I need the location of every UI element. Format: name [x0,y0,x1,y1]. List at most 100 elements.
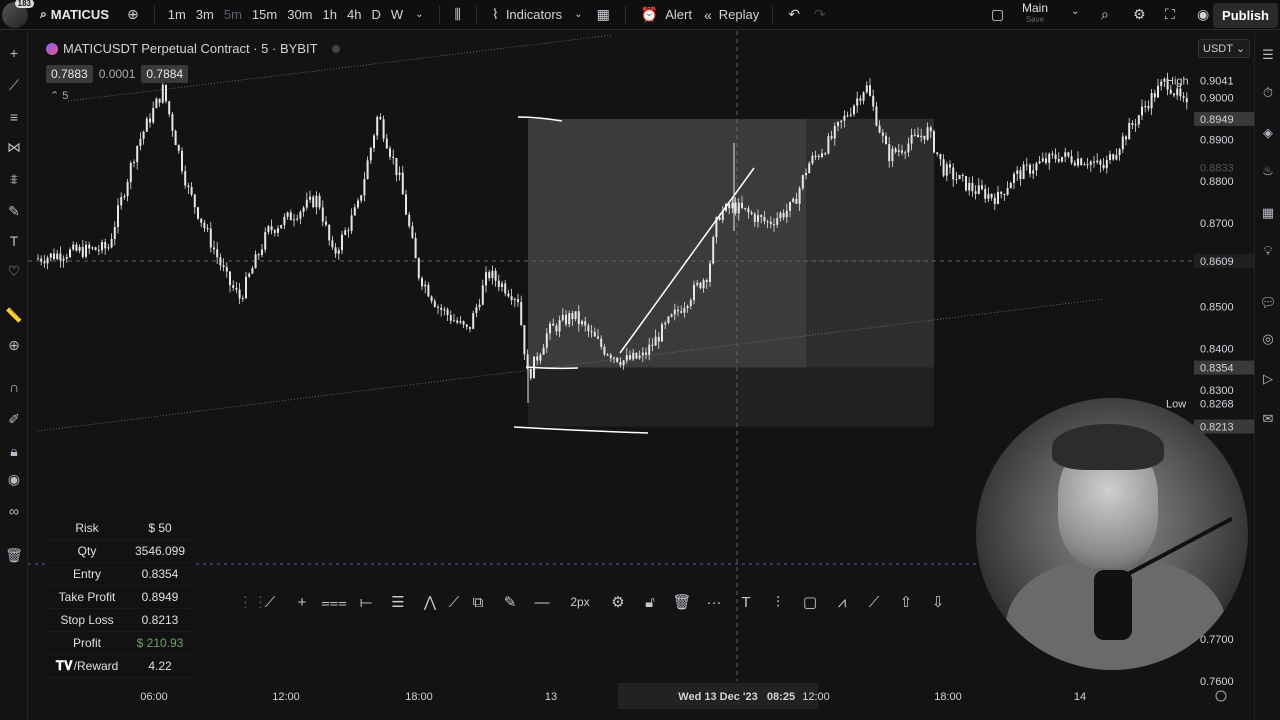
fullscreen-icon[interactable]: ⛶ [1165,6,1175,23]
fib-tool-icon[interactable]: ⩶ [318,594,350,611]
notifications-icon[interactable]: ✉ [1259,410,1277,428]
candle-body [1029,164,1031,174]
replay-play-icon[interactable]: ▷ [1259,370,1277,388]
line-style-icon[interactable]: — [526,594,558,611]
settings-icon[interactable] [1215,690,1227,702]
prediction-icon[interactable]: ⩨ [5,170,23,188]
line-width-select[interactable]: 2px [558,595,602,609]
candle-body [315,195,318,208]
hotlist-flame-icon[interactable]: ♨ [1259,162,1277,180]
link-icon[interactable]: ∞ [5,502,23,520]
symbol-search[interactable]: ⌕ MATICUS [40,7,120,22]
layers-icon[interactable]: ◈ [1259,124,1277,142]
magnet-icon[interactable]: ∩ [5,378,23,396]
template-icon[interactable]: ⧉ [462,594,494,611]
xabcd-tool-icon[interactable]: ⩘ [826,594,858,611]
indicators-button[interactable]: Indicators [506,7,562,22]
drawn-mark-bottom[interactable] [513,426,649,434]
unlock-icon[interactable]: 🔓︎ [634,594,666,611]
watchlist-icon[interactable]: ☰ [1259,46,1277,64]
interval-1m[interactable]: 1m [168,7,186,22]
trendline-tool-icon[interactable]: ⟋ [254,594,286,611]
alert-button[interactable]: Alert [665,7,692,22]
bid-price[interactable]: 0.7883 [46,65,93,83]
chevron-down-icon[interactable]: ⌄ [574,9,582,20]
candle-body [1169,89,1172,94]
interval-4h[interactable]: 4h [347,7,361,22]
arrow-down-icon[interactable]: ⇩ [922,593,954,611]
candle-body [971,182,974,192]
streams-icon[interactable]: ◎ [1259,330,1277,348]
undo-icon[interactable]: ↶ [788,6,800,23]
pattern-tool-icon[interactable]: ⋀ [414,593,446,611]
drag-handle-icon[interactable]: ⋮⋮ [238,593,268,611]
crosshair-icon[interactable]: + [5,44,23,62]
more-icon[interactable]: ··· [698,594,730,611]
currency-selector[interactable]: USDT ⌄ [1198,39,1251,58]
candle-body [126,181,129,197]
crosshair-tool-icon[interactable]: + [286,594,318,611]
calendar-icon[interactable]: ▦ [1259,204,1277,222]
position-key: Risk [46,521,128,535]
candle-body [453,320,455,322]
camera-icon[interactable]: ◉ [1197,6,1209,23]
brush-icon[interactable]: ✎ [5,202,23,220]
eye-icon[interactable]: ◉ [5,470,23,488]
publish-button[interactable]: Publish [1213,3,1278,28]
layout-square-icon[interactable]: ▢ [991,6,1004,23]
zoom-in-icon[interactable]: ⊕ [5,336,23,354]
candle-body [958,175,961,180]
interval-15m[interactable]: 15m [252,7,277,22]
candle-type-icon[interactable]: ⫼ [455,6,461,23]
interval-3m[interactable]: 3m [196,7,214,22]
rectangle-tool-icon[interactable]: ▢ [794,593,826,611]
interval-w[interactable]: W [391,7,403,22]
lock-icon[interactable]: 🔒︎ [5,442,23,460]
chat-icon[interactable]: 💬︎ [1259,294,1277,312]
replay-button[interactable]: Replay [719,7,759,22]
time-label: 08:25 [767,691,795,703]
templates-icon[interactable]: ▦ [597,6,610,23]
path-tool-icon[interactable]: ⟋ [446,594,462,611]
user-avatar[interactable]: 183 [2,0,34,28]
candle-body [248,273,251,277]
ruler-icon[interactable]: 📏 [5,306,23,324]
heart-icon[interactable]: ♡ [5,262,23,280]
profit-zone-extension[interactable] [806,118,934,368]
alerts-clock-icon[interactable]: ⏱ [1259,84,1277,102]
indicators-collapse[interactable]: ⌃ 5 [50,89,68,102]
line-color-icon[interactable]: ✎ [494,593,526,611]
interval-1h[interactable]: 1h [323,7,337,22]
channel-tool-icon[interactable]: ☰ [382,593,414,611]
candle-body [261,249,263,255]
interval-d[interactable]: D [371,7,380,22]
trendline-icon[interactable]: ⟋ [5,76,23,94]
candle-body [1099,160,1102,165]
gear-icon[interactable]: ⚙ [1133,6,1146,23]
interval-5m[interactable]: 5m [224,7,242,22]
stop-zone[interactable] [528,367,934,427]
text-icon[interactable]: T [5,232,23,250]
text-tool-icon[interactable]: T [730,594,762,611]
interval-30m[interactable]: 30m [287,7,312,22]
pattern-icon[interactable]: ⋈ [5,138,23,156]
profit-zone[interactable] [528,118,806,368]
ask-price[interactable]: 0.7884 [141,65,189,83]
ideas-bulb-icon[interactable]: 💡︎ [1259,242,1277,260]
volume-profile-icon[interactable]: ⫶ [762,594,794,611]
delete-icon[interactable]: 🗑︎ [666,593,698,611]
layout-name[interactable]: Main Save [1022,2,1048,25]
ray-tool-icon[interactable]: ⟋ [858,594,890,611]
quick-search-icon[interactable]: ⌕ [1101,6,1109,23]
add-symbol-icon[interactable]: ⊕ [127,6,139,23]
redo-icon[interactable]: ↷ [814,6,826,23]
chevron-down-icon[interactable]: ⌄ [415,9,423,20]
arrow-up-icon[interactable]: ⇧ [890,593,922,611]
pencil-lock-icon[interactable]: ✐ [5,410,23,428]
trash-icon[interactable]: 🗑︎ [5,546,23,564]
settings-gear-icon[interactable]: ⚙ [602,593,634,611]
horizontal-lines-icon[interactable]: ≡ [5,108,23,126]
candle-body [379,116,382,120]
chevron-down-icon[interactable]: ⌄ [1071,6,1079,17]
horizontal-ray-icon[interactable]: ⟝ [350,594,382,611]
